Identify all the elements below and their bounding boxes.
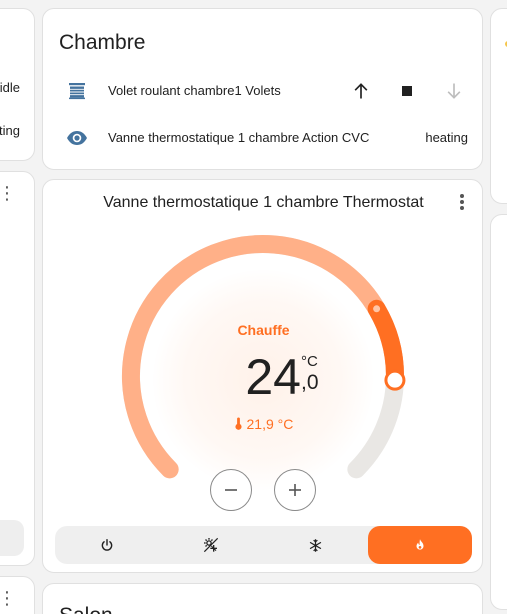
mode-bar-partial bbox=[0, 520, 24, 556]
card-title: Chambre bbox=[59, 31, 146, 54]
card-title: Salon bbox=[59, 604, 113, 614]
mode-cool-button[interactable] bbox=[263, 526, 367, 564]
chambre-entities-card: Chambre Volet roulant chambre1 Volets Va… bbox=[42, 8, 483, 170]
target-temperature-decimal: ,0 bbox=[301, 371, 319, 394]
current-temperature-value: 21,9 °C bbox=[246, 416, 294, 432]
dial-target-arc bbox=[367, 299, 404, 390]
sun-snowflake-icon bbox=[203, 537, 219, 553]
hvac-mode-bar bbox=[55, 526, 472, 564]
entity-name[interactable]: Volet roulant chambre1 Volets bbox=[108, 83, 281, 98]
close-cover-button[interactable] bbox=[442, 79, 466, 103]
mode-heat-button[interactable] bbox=[368, 526, 472, 564]
left-card-partial: idle ting bbox=[0, 8, 35, 161]
power-icon bbox=[101, 539, 113, 551]
entity-row-action-cvc[interactable]: Vanne thermostatique 1 chambre Action CV… bbox=[43, 118, 482, 158]
entity-state: heating bbox=[425, 130, 468, 145]
right-card-partial bbox=[490, 8, 507, 204]
snowflake-icon bbox=[309, 538, 321, 552]
eye-icon bbox=[65, 126, 89, 150]
left-thermostat-card-partial: ⋮ bbox=[0, 171, 35, 566]
left-card-bottom-partial: ⋮ bbox=[0, 576, 35, 614]
more-options-icon[interactable]: ⋮ bbox=[0, 184, 16, 202]
arrow-down-icon bbox=[447, 83, 461, 99]
mode-off-button[interactable] bbox=[55, 526, 159, 564]
plus-icon bbox=[289, 484, 301, 496]
entity-name[interactable]: Vanne thermostatique 1 chambre Action CV… bbox=[108, 130, 369, 145]
hvac-action-label: Chauffe bbox=[237, 322, 290, 338]
stop-cover-button[interactable] bbox=[395, 79, 419, 103]
stop-icon bbox=[402, 86, 412, 96]
salon-card: Salon bbox=[42, 583, 483, 614]
window-shutter-icon bbox=[65, 79, 89, 103]
open-cover-button[interactable] bbox=[349, 79, 373, 103]
minus-icon bbox=[225, 489, 237, 491]
temperature-unit: °C bbox=[301, 353, 318, 370]
current-temperature-marker bbox=[373, 305, 381, 313]
arrow-up-icon bbox=[354, 83, 368, 99]
target-temperature-integer: 24 bbox=[245, 349, 301, 405]
current-temperature: 21,9 °C bbox=[43, 416, 482, 432]
entity-row-volet[interactable]: Volet roulant chambre1 Volets bbox=[43, 71, 482, 111]
thermostat-card: Vanne thermostatique 1 chambre Thermosta… bbox=[42, 179, 483, 573]
target-temperature-handle bbox=[384, 369, 406, 391]
thermometer-icon bbox=[234, 416, 247, 432]
more-options-icon[interactable]: ⋮ bbox=[0, 589, 16, 607]
target-temperature: 24 °C ,0 bbox=[227, 349, 319, 406]
mode-auto-button[interactable] bbox=[159, 526, 263, 564]
decrease-temperature-button[interactable] bbox=[210, 469, 252, 511]
right-card-partial-2 bbox=[490, 214, 507, 610]
entity-state-heating: ting bbox=[0, 123, 20, 138]
entity-state-idle: idle bbox=[0, 80, 20, 95]
fire-icon bbox=[416, 539, 424, 550]
increase-temperature-button[interactable] bbox=[274, 469, 316, 511]
